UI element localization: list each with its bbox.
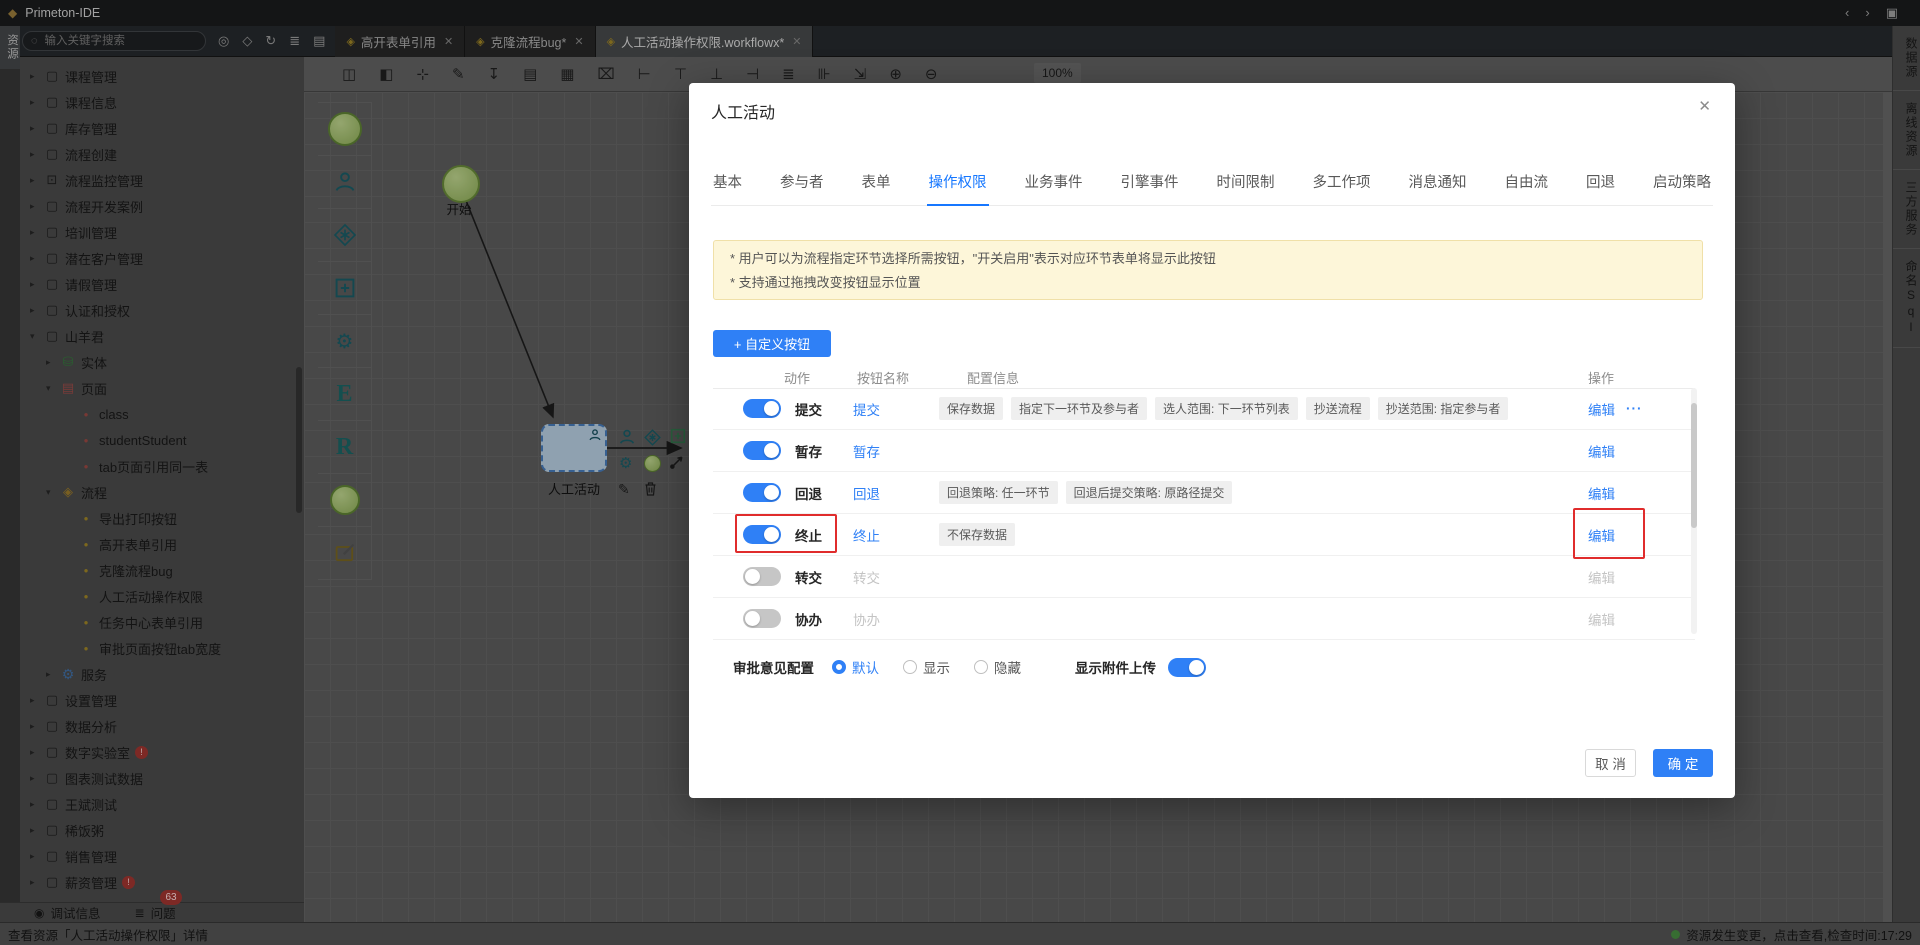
highlight-box-terminate-toggle (735, 514, 837, 553)
action-toggle[interactable] (743, 483, 781, 502)
table-row: 转交 转交 编辑 (713, 556, 1695, 598)
dialog-tab[interactable]: 业务事件 (1023, 167, 1085, 205)
config-tag: 选人范围: 下一环节列表 (1155, 397, 1298, 420)
radio-option: 显示 (903, 657, 950, 677)
config-tag: 指定下一环节及参与者 (1011, 397, 1147, 420)
button-name-link[interactable]: 回退 (853, 483, 923, 503)
notice-box: * 用户可以为流程指定环节选择所需按钮，"开关启用"表示对应环节表单将显示此按钮… (713, 240, 1703, 300)
action-toggle[interactable] (743, 567, 781, 586)
dialog-footer: 取 消 确 定 (1585, 749, 1713, 777)
dialog-tab[interactable]: 引擎事件 (1119, 167, 1181, 205)
action-label: 暂存 (795, 441, 853, 461)
radio-icon[interactable] (903, 660, 917, 674)
dialog-tab[interactable]: 基本 (711, 167, 744, 205)
button-name-link[interactable]: 终止 (853, 525, 923, 545)
radio-option: 隐藏 (974, 657, 1021, 677)
custom-button-add[interactable]: + 自定义按钮 (713, 330, 831, 357)
config-tag: 不保存数据 (939, 523, 1015, 546)
action-label: 协办 (795, 609, 853, 629)
dialog-tab[interactable]: 启动策略 (1651, 167, 1713, 205)
radio-icon[interactable] (974, 660, 988, 674)
config-tag: 回退后提交策略: 原路径提交 (1066, 481, 1233, 504)
edit-link[interactable]: 编辑 (1588, 399, 1615, 419)
table-row: 提交 提交 保存数据指定下一环节及参与者选人范围: 下一环节列表抄送流程抄送范围… (713, 388, 1695, 430)
config-tag: 抄送流程 (1306, 397, 1370, 420)
config-tag: 保存数据 (939, 397, 1003, 420)
dialog-tab[interactable]: 多工作项 (1311, 167, 1373, 205)
notice-line-2: * 支持通过拖拽改变按钮显示位置 (730, 271, 1686, 295)
edit-link[interactable]: 编辑 (1588, 441, 1615, 461)
dialog-scrollbar-track[interactable] (1691, 388, 1697, 634)
cancel-button[interactable]: 取 消 (1585, 749, 1636, 777)
opinion-config-row: 审批意见配置 默认 显示 隐藏 显示附件上传 (733, 653, 1206, 681)
action-toggle[interactable] (743, 399, 781, 418)
dialog-tab[interactable]: 消息通知 (1407, 167, 1469, 205)
dialog-tab[interactable]: 时间限制 (1215, 167, 1277, 205)
dialog-tab[interactable]: 参与者 (778, 167, 826, 205)
action-toggle[interactable] (743, 609, 781, 628)
dialog-tab[interactable]: 回退 (1584, 167, 1617, 205)
more-actions-link[interactable]: ··· (1626, 401, 1643, 416)
table-row: 暂存 暂存 编辑 (713, 430, 1695, 472)
action-label: 回退 (795, 483, 853, 503)
action-label: 提交 (795, 399, 853, 419)
dialog-tab[interactable]: 自由流 (1503, 167, 1551, 205)
attachment-upload-label: 显示附件上传 (1075, 657, 1156, 677)
table-row: 回退 回退 回退策略: 任一环节回退后提交策略: 原路径提交 编辑 (713, 472, 1695, 514)
dialog-scrollbar-thumb[interactable] (1691, 403, 1697, 528)
config-tag: 抄送范围: 指定参与者 (1378, 397, 1509, 420)
table-row: 协办 协办 编辑 (713, 598, 1695, 640)
notice-line-1: * 用户可以为流程指定环节选择所需按钮，"开关启用"表示对应环节表单将显示此按钮 (730, 247, 1686, 271)
dialog-close-icon[interactable]: ✕ (1698, 97, 1711, 115)
opinion-options: 默认 显示 隐藏 (826, 657, 1021, 677)
action-toggle[interactable] (743, 441, 781, 460)
config-tags: 保存数据指定下一环节及参与者选人范围: 下一环节列表抄送流程抄送范围: 指定参与… (939, 397, 1508, 420)
button-name-link[interactable]: 暂存 (853, 441, 923, 461)
edit-link[interactable]: 编辑 (1588, 483, 1615, 503)
attachment-upload-toggle[interactable] (1168, 658, 1206, 677)
dialog-title: 人工活动 (711, 99, 775, 123)
dialog-tab[interactable]: 表单 (860, 167, 893, 205)
config-tag: 回退策略: 任一环节 (939, 481, 1058, 504)
edit-link[interactable]: 编辑 (1588, 567, 1615, 587)
dialog-tab[interactable]: 操作权限 (927, 167, 989, 205)
config-tags: 不保存数据 (939, 523, 1015, 546)
config-tags: 回退策略: 任一环节回退后提交策略: 原路径提交 (939, 481, 1232, 504)
edit-link[interactable]: 编辑 (1588, 609, 1615, 629)
button-name-link[interactable]: 协办 (853, 609, 923, 629)
manual-activity-dialog: 人工活动 ✕ 基本参与者表单操作权限业务事件引擎事件时间限制多工作项消息通知自由… (689, 83, 1735, 798)
opinion-config-label: 审批意见配置 (733, 657, 814, 677)
action-label: 转交 (795, 567, 853, 587)
table-row: 终止 终止 不保存数据 编辑 (713, 514, 1695, 556)
table-header: 动作 按钮名称 配置信息 操作 (713, 366, 1695, 389)
radio-option: 默认 (832, 657, 879, 677)
ok-button[interactable]: 确 定 (1653, 749, 1713, 777)
dialog-tabs: 基本参与者表单操作权限业务事件引擎事件时间限制多工作项消息通知自由流回退启动策略 (711, 167, 1713, 206)
highlight-box-terminate-edit (1573, 508, 1645, 559)
button-name-link[interactable]: 提交 (853, 399, 923, 419)
radio-icon[interactable] (832, 660, 846, 674)
action-table: 提交 提交 保存数据指定下一环节及参与者选人范围: 下一环节列表抄送流程抄送范围… (713, 388, 1695, 640)
button-name-link[interactable]: 转交 (853, 567, 923, 587)
